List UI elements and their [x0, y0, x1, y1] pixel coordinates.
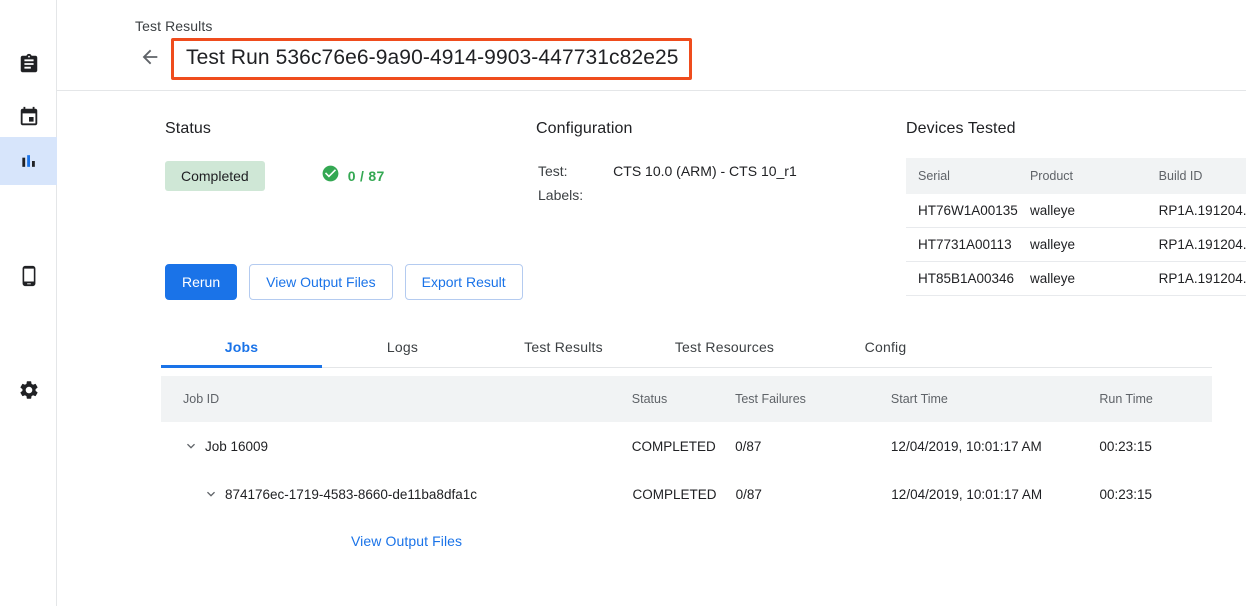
tab-bar: Jobs Logs Test Results Test Resources Co…	[161, 328, 1212, 368]
jobs-col-test-failures: Test Failures	[735, 392, 891, 406]
tab-logs[interactable]: Logs	[322, 328, 483, 367]
device-product: walleye	[1018, 228, 1147, 262]
configuration-heading: Configuration	[536, 120, 896, 138]
config-row-labels: Labels:	[538, 186, 797, 208]
status-heading: Status	[165, 120, 515, 138]
job-test-failures: 0/87	[735, 439, 891, 454]
device-serial: HT85B1A00346	[906, 262, 1018, 296]
attempt-run-time: 00:23:15	[1099, 487, 1212, 502]
tab-test-results[interactable]: Test Results	[483, 328, 644, 367]
header-divider	[57, 90, 1246, 91]
attempt-start-time: 12/04/2019, 10:01:17 AM	[891, 487, 1099, 502]
arrow-left-icon	[139, 46, 161, 73]
rerun-button[interactable]: Rerun	[165, 264, 237, 300]
attempt-id-label: 874176ec-1719-4583-8660-de11ba8dfa1c	[225, 487, 477, 502]
job-status: COMPLETED	[632, 439, 735, 454]
devices-table: Serial Product Build ID HT76W1A00135 wal…	[906, 158, 1246, 296]
status-section: Status Completed 0 / 87	[165, 120, 515, 191]
tab-test-resources[interactable]: Test Resources	[644, 328, 805, 367]
job-id-label: Job 16009	[205, 439, 268, 454]
view-output-files-button[interactable]: View Output Files	[249, 264, 392, 300]
table-row: HT7731A00113 walleye RP1A.191204.001	[906, 228, 1246, 262]
page-title: Test Run 536c76e6-9a90-4914-9903-447731c…	[186, 46, 679, 69]
jobs-table: Job ID Status Test Failures Start Time R…	[161, 376, 1212, 564]
device-build-id: RP1A.191204.001	[1147, 228, 1246, 262]
jobs-col-status: Status	[632, 392, 735, 406]
back-button[interactable]	[135, 41, 165, 77]
pass-count: 0 / 87	[348, 168, 385, 184]
summary-section: Status Completed 0 / 87 Rerun	[57, 120, 1246, 310]
attempt-links-row: View Output Files	[161, 518, 1212, 564]
status-line: Completed 0 / 87	[165, 161, 515, 191]
app-root: Test Results Test Run 536c76e6-9a90-4914…	[0, 0, 1246, 606]
tab-config[interactable]: Config	[805, 328, 966, 367]
export-result-button[interactable]: Export Result	[405, 264, 523, 300]
devices-heading: Devices Tested	[906, 120, 1246, 138]
devices-col-serial: Serial	[906, 158, 1018, 194]
job-id-cell: Job 16009	[161, 438, 632, 454]
attempt-status: COMPLETED	[632, 487, 735, 502]
chevron-down-icon[interactable]	[183, 438, 205, 454]
job-run-time: 00:23:15	[1099, 439, 1212, 454]
config-row-test: Test: CTS 10.0 (ARM) - CTS 10_r1	[538, 162, 797, 184]
config-value-test: CTS 10.0 (ARM) - CTS 10_r1	[613, 162, 797, 184]
table-row: HT76W1A00135 walleye RP1A.191204.001	[906, 194, 1246, 228]
devices-col-product: Product	[1018, 158, 1147, 194]
status-badge: Completed	[165, 161, 265, 191]
bar-chart-icon	[19, 151, 39, 171]
jobs-col-run-time: Run Time	[1099, 392, 1212, 406]
jobs-header-row: Job ID Status Test Failures Start Time R…	[161, 376, 1212, 422]
gear-icon	[18, 379, 40, 401]
table-row[interactable]: Job 16009 COMPLETED 0/87 12/04/2019, 10:…	[161, 422, 1212, 470]
config-key-labels: Labels:	[538, 186, 611, 208]
tab-jobs[interactable]: Jobs	[161, 328, 322, 367]
job-start-time: 12/04/2019, 10:01:17 AM	[891, 439, 1099, 454]
attempt-test-failures: 0/87	[736, 487, 892, 502]
devices-header-row: Serial Product Build ID	[906, 158, 1246, 194]
configuration-section: Configuration Test: CTS 10.0 (ARM) - CTS…	[536, 120, 896, 210]
breadcrumb: Test Results	[135, 18, 212, 34]
calendar-icon	[18, 106, 40, 128]
device-serial: HT7731A00113	[906, 228, 1018, 262]
pass-summary: 0 / 87	[321, 164, 385, 188]
main-content: Test Results Test Run 536c76e6-9a90-4914…	[57, 0, 1246, 606]
table-row: HT85B1A00346 walleye RP1A.191204.001	[906, 262, 1246, 296]
device-product: walleye	[1018, 194, 1147, 228]
jobs-col-job-id: Job ID	[161, 392, 632, 406]
sidebar-item-devices[interactable]	[0, 252, 57, 300]
config-value-labels	[613, 186, 797, 208]
device-product: walleye	[1018, 262, 1147, 296]
phone-icon	[18, 265, 40, 287]
device-serial: HT76W1A00135	[906, 194, 1018, 228]
sidebar-item-test-plans[interactable]	[0, 40, 57, 88]
check-circle-icon	[321, 164, 340, 188]
title-highlight-box: Test Run 536c76e6-9a90-4914-9903-447731c…	[171, 38, 692, 80]
devices-col-build-id: Build ID	[1147, 158, 1246, 194]
sidebar	[0, 0, 57, 606]
jobs-col-start-time: Start Time	[891, 392, 1099, 406]
sidebar-item-schedules[interactable]	[0, 93, 57, 141]
sidebar-item-test-results[interactable]	[0, 137, 57, 185]
attempt-id-cell: 874176ec-1719-4583-8660-de11ba8dfa1c	[161, 486, 632, 502]
sidebar-item-settings[interactable]	[0, 366, 57, 414]
view-output-files-link[interactable]: View Output Files	[351, 533, 462, 549]
title-row: Test Run 536c76e6-9a90-4914-9903-447731c…	[135, 38, 692, 80]
chevron-down-icon[interactable]	[203, 486, 225, 502]
clipboard-icon	[18, 53, 40, 75]
device-build-id: RP1A.191204.001	[1147, 262, 1246, 296]
configuration-table: Test: CTS 10.0 (ARM) - CTS 10_r1 Labels:	[536, 160, 799, 210]
device-build-id: RP1A.191204.001	[1147, 194, 1246, 228]
action-buttons: Rerun View Output Files Export Result	[165, 264, 523, 300]
config-key-test: Test:	[538, 162, 611, 184]
table-row[interactable]: 874176ec-1719-4583-8660-de11ba8dfa1c COM…	[161, 470, 1212, 518]
devices-section: Devices Tested Serial Product Build ID H…	[906, 120, 1246, 296]
